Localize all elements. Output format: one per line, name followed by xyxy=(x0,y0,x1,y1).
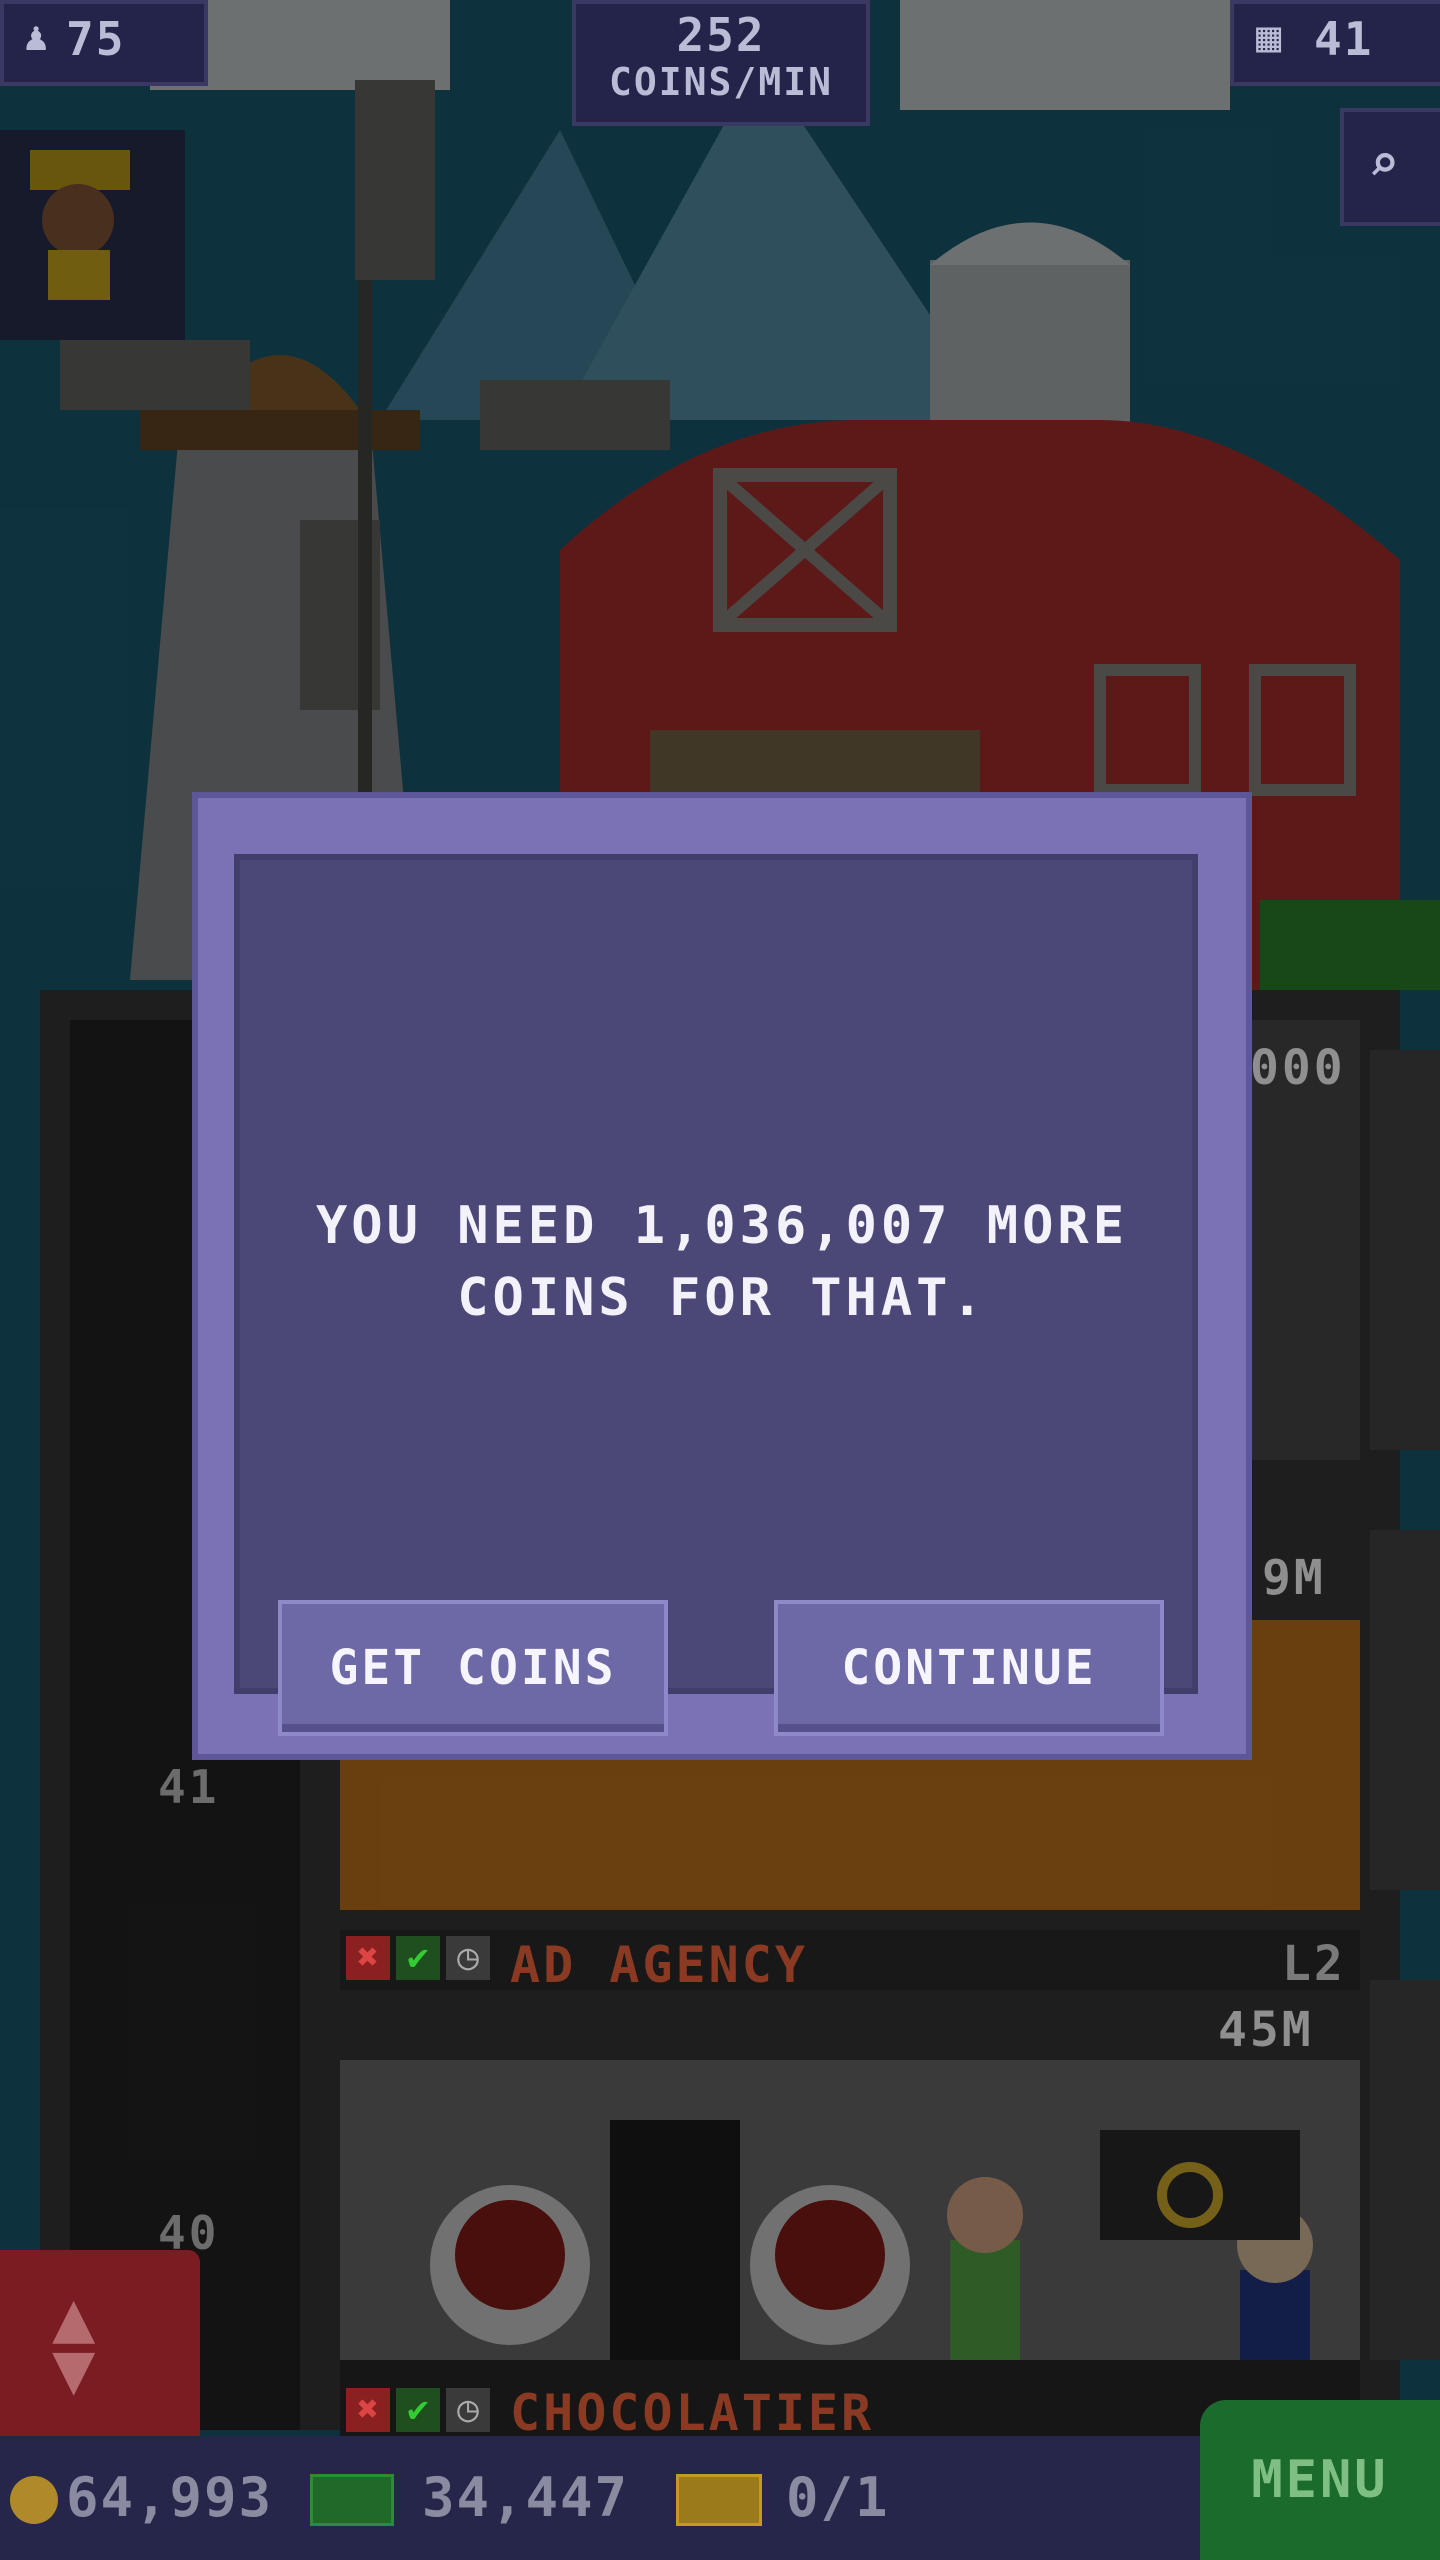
dialog-message-line2: COINS FOR THAT. xyxy=(457,1268,987,1328)
clock-icon: ◷ xyxy=(446,1936,490,1980)
elevator-floor-41: 41 xyxy=(158,1760,220,1814)
population-count: 75 xyxy=(66,12,126,66)
elevator-button[interactable]: ▲ ▼ xyxy=(0,2250,200,2436)
staff-alert-icon[interactable] xyxy=(0,130,185,340)
bux-icon xyxy=(310,2474,394,2526)
floor-price-c: 45M xyxy=(1218,2002,1314,2058)
close-icon: ✖ xyxy=(346,2388,390,2432)
floor-name-chocolatier[interactable]: CHOCOLATIER xyxy=(510,2384,874,2442)
bux-balance: 34,447 xyxy=(422,2466,630,2529)
ticket-count: 0/1 xyxy=(786,2466,890,2529)
check-icon: ✔ xyxy=(396,1936,440,1980)
continue-button[interactable]: CONTINUE xyxy=(774,1600,1164,1736)
dialog-message-line1: YOU NEED 1,036,007 MORE xyxy=(315,1196,1129,1256)
floor-price-a: 000 xyxy=(1250,1040,1346,1096)
population-badge: ♟ 75 xyxy=(0,0,208,86)
coin-icon xyxy=(10,2476,58,2524)
coin-balance: 64,993 xyxy=(66,2466,274,2529)
ticket-icon xyxy=(676,2474,762,2526)
coin-rate-badge: 252 COINS/MIN xyxy=(572,0,870,126)
dialog-panel: YOU NEED 1,036,007 MORE COINS FOR THAT. … xyxy=(234,854,1198,1736)
check-icon: ✔ xyxy=(396,2388,440,2432)
coin-rate-value: 252 xyxy=(676,8,766,62)
floor-status-icons: ✖ ✔ ◷ xyxy=(346,1936,496,1986)
person-icon: ♟ xyxy=(24,14,51,60)
insufficient-coins-dialog: YOU NEED 1,036,007 MORE COINS FOR THAT. … xyxy=(192,792,1252,1760)
dialog-message: YOU NEED 1,036,007 MORE COINS FOR THAT. xyxy=(240,1190,1204,1334)
floor-status-icons-2: ✖ ✔ ◷ xyxy=(346,2388,496,2434)
menu-button[interactable]: MENU xyxy=(1200,2400,1440,2560)
floor-level: L2 xyxy=(1282,1936,1346,1992)
clock-icon: ◷ xyxy=(446,2388,490,2432)
search-icon: ⌕ xyxy=(1368,134,1402,194)
close-icon: ✖ xyxy=(346,1936,390,1980)
building-icon: ▦ xyxy=(1256,12,1284,61)
floors-count: 41 xyxy=(1314,12,1374,66)
floor-price-b: 9M xyxy=(1262,1550,1326,1606)
search-button[interactable]: ⌕ xyxy=(1340,108,1440,226)
get-coins-button[interactable]: GET COINS xyxy=(278,1600,668,1736)
floors-badge: ▦ 41 xyxy=(1230,0,1440,86)
floor-name-ad-agency[interactable]: AD AGENCY xyxy=(510,1936,808,1994)
up-down-arrows-icon: ▲ ▼ xyxy=(52,2274,96,2410)
coin-rate-unit: COINS/MIN xyxy=(609,60,833,104)
